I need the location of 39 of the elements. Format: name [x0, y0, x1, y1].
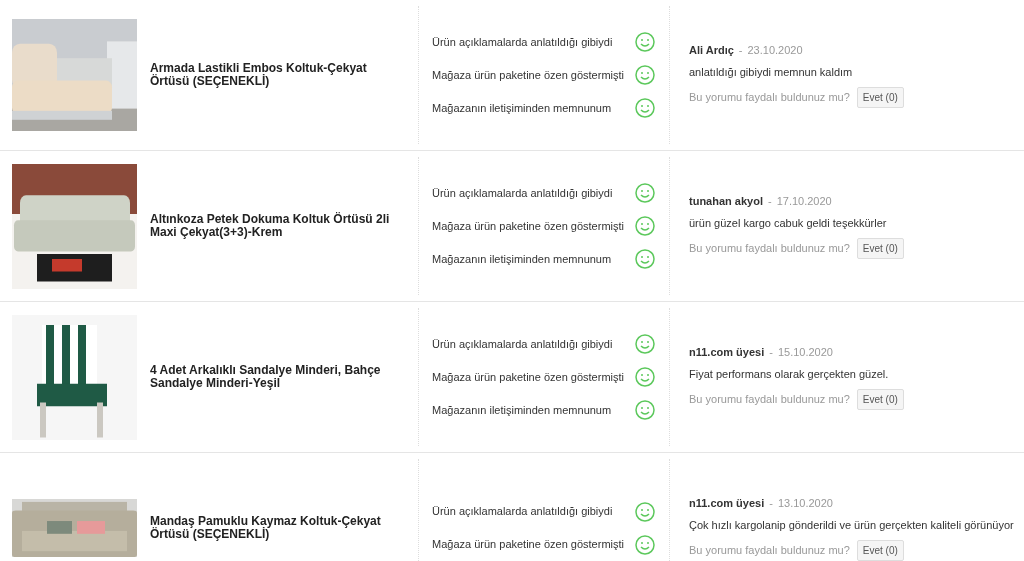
separator-dash: - — [769, 496, 773, 511]
criterion-label: Ürün açıklamalarda anlatıldığı gibiydi — [432, 185, 613, 201]
review-date: 13.10.2020 — [777, 496, 833, 511]
helpful-yes-button[interactable]: Evet (0) — [856, 238, 904, 259]
reviewer-name: tunahan akyol — [689, 194, 763, 209]
helpful-yes-button[interactable]: Evet (0) — [856, 540, 904, 561]
helpful-question: Bu yorumu faydalı buldunuz mu? — [689, 392, 850, 408]
separator-dash: - — [769, 345, 773, 360]
reviewer-name: n11.com üyesi — [689, 345, 765, 360]
reviewer-name: Ali Ardıç — [689, 43, 734, 58]
criterion-label: Mağazanın iletişiminden memnunum — [432, 402, 612, 418]
helpful-question: Bu yorumu faydalı buldunuz mu? — [689, 543, 850, 559]
criterion-label: Mağaza ürün paketine özen göstermişti — [432, 537, 624, 553]
criterion-label: Mağazanın iletişiminden memnunum — [432, 100, 612, 116]
review-comment: anlatıldığı gibiydi memnun kaldım — [689, 64, 854, 80]
reviewer-name: n11.com üyesi — [689, 496, 765, 511]
review-date: 23.10.2020 — [747, 43, 803, 58]
product-title[interactable]: Armada Lastikli Embos Koltuk-Çekyat Örtüsü (SEÇENEKLİ) — [150, 62, 406, 88]
review-date: 15.10.2020 — [777, 345, 833, 360]
helpful-question: Bu yorumu faydalı buldunuz mu? — [689, 90, 850, 106]
criterion-label: Mağazanın iletişiminden memnunum — [432, 251, 612, 267]
review-comment: Çok hızlı kargolanip gönderildi ve ürün gerçekten kaliteli görünüyor — [689, 517, 1015, 533]
criterion-label: Mağaza ürün paketine özen göstermişti — [432, 218, 624, 234]
product-title[interactable]: Mandaş Pamuklu Kaymaz Koltuk-Çekyat Örtüsü (SEÇENEKLİ) — [150, 515, 406, 541]
criterion-label: Mağaza ürün paketine özen göstermişti — [432, 369, 624, 385]
criterion-label: Ürün açıklamalarda anlatıldığı gibiydi — [432, 34, 613, 50]
helpful-yes-button[interactable]: Evet (0) — [856, 389, 904, 410]
review-date: 17.10.2020 — [776, 194, 832, 209]
separator-dash: - — [738, 43, 743, 58]
review-comment: Fiyat performans olarak gerçekten güzel. — [689, 366, 890, 382]
criterion-label: Ürün açıklamalarda anlatıldığı gibiydi — [432, 504, 613, 520]
helpful-yes-button[interactable]: Evet (0) — [856, 87, 904, 108]
separator-dash: - — [767, 194, 772, 209]
criterion-label: Ürün açıklamalarda anlatıldığı gibiydi — [432, 336, 613, 352]
review-comment: ürün güzel kargo cabuk geldi teşekkürler — [689, 215, 888, 231]
criterion-label: Mağaza ürün paketine özen göstermişti — [432, 67, 624, 83]
product-title[interactable]: Altınkoza Petek Dokuma Koltuk Örtüsü 2li Maxi Çekyat(3+3)-Krem — [150, 213, 406, 239]
product-title[interactable]: 4 Adet Arkalıklı Sandalye Minderi, Bahçe Sandalye Minderi-Yeşil — [150, 364, 406, 390]
helpful-question: Bu yorumu faydalı buldunuz mu? — [689, 241, 850, 257]
